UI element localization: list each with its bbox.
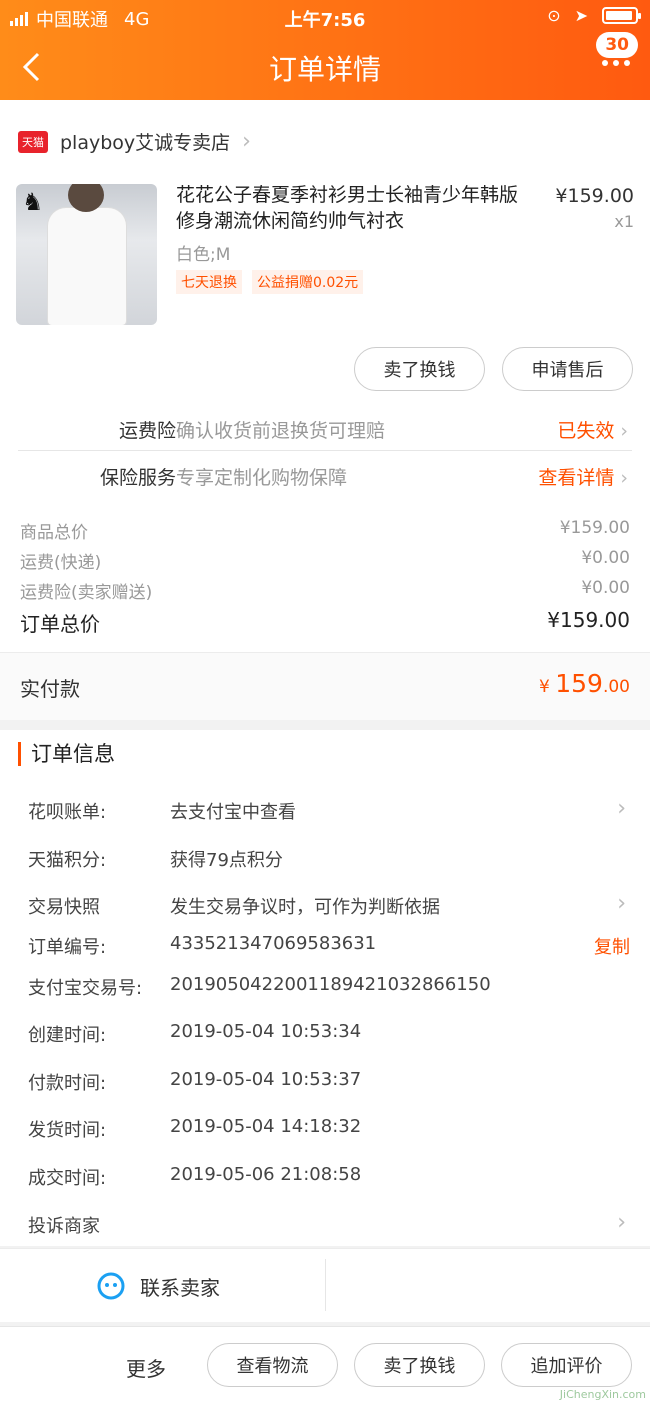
info-key: 交易快照 <box>28 897 100 918</box>
insurance-status: 已失效 › <box>557 420 628 442</box>
paid-row: 实付款 ¥ 159.00 <box>0 652 650 720</box>
product-sku: 白色;M <box>176 245 231 265</box>
page-title: 订单详情 <box>268 53 381 86</box>
add-review-button[interactable]: 追加评价 <box>501 1343 632 1387</box>
info-key: 发货时间: <box>28 1120 107 1141</box>
more-button[interactable]: 更多 <box>126 1353 166 1382</box>
location-icon: ➤ <box>574 6 588 25</box>
playboy-logo-icon: ♞ <box>22 188 44 216</box>
info-value: 2019050422001189421032866150 <box>170 974 491 995</box>
shipping-insurance-row[interactable]: 运费险 确认收货前退换货可理赔 已失效 › <box>18 404 632 450</box>
watermark: JiChengXin.com <box>559 1388 646 1401</box>
info-key: 投诉商家 <box>28 1216 100 1237</box>
bottom-action-bar: 更多 查看物流 卖了换钱 追加评价 JiChengXin.com <box>0 1326 650 1403</box>
summary-value: ¥0.00 <box>581 548 630 568</box>
contact-seller-label: 联系卖家 <box>140 1275 220 1300</box>
contact-seller-button[interactable]: 联系卖家 <box>96 1271 220 1301</box>
order-total-row: 订单总价 ¥159.00 <box>20 608 630 637</box>
summary-value: ¥159.00 <box>559 518 630 538</box>
store-link[interactable]: 天猫 playboy艾诚专卖店 › <box>18 128 251 155</box>
product-quantity: x1 <box>614 212 634 231</box>
insurance-details-link[interactable]: 查看详情 › <box>538 463 628 490</box>
tmall-badge: 天猫 <box>18 130 48 153</box>
view-logistics-button[interactable]: 查看物流 <box>207 1343 338 1387</box>
info-value: 2019-05-04 10:53:34 <box>170 1021 362 1042</box>
tag-charity: 公益捐赠0.02元 <box>252 270 364 294</box>
sell-button[interactable]: 卖了换钱 <box>354 347 485 391</box>
rotation-lock-icon: ⊙ <box>547 6 561 25</box>
info-value: 去支付宝中查看 <box>170 802 296 823</box>
chevron-right-icon: › <box>242 129 251 154</box>
battery-icon <box>602 7 641 24</box>
more-menu-icon[interactable] <box>602 60 630 66</box>
insurance-label: 运费险 <box>118 420 176 442</box>
info-value: 2019-05-04 14:18:32 <box>170 1116 362 1137</box>
insurance-desc: 确认收货前退换货可理赔 <box>176 420 386 442</box>
summary-row: 商品总价 ¥159.00 <box>20 518 630 543</box>
insurance-label: 保险服务 <box>99 467 176 489</box>
product-image[interactable]: ♞ <box>16 184 157 325</box>
summary-row: 运费险(卖家赠送) ¥0.00 <box>20 578 630 603</box>
order-total-label: 订单总价 <box>20 612 100 636</box>
info-value: 发生交易争议时，可作为判断依据 <box>170 897 440 918</box>
nav-bar: 订单详情 30 <box>0 32 650 100</box>
order-info-title: 订单信息 <box>18 742 115 766</box>
paid-label: 实付款 <box>20 677 80 701</box>
info-key: 天猫积分: <box>28 850 107 871</box>
chevron-right-icon: › <box>617 1210 626 1235</box>
status-bar: 中国联通 4G 上午7:56 ⊙ ➤ <box>0 0 650 34</box>
chevron-right-icon: › <box>617 796 626 821</box>
chat-icon <box>97 1272 125 1300</box>
info-key: 花呗账单: <box>28 802 107 823</box>
chevron-right-icon: › <box>617 891 626 916</box>
contact-bar: 联系卖家 <box>0 1248 650 1322</box>
divider <box>325 1259 326 1311</box>
info-key: 创建时间: <box>28 1025 107 1046</box>
paid-amount: ¥ 159.00 <box>539 669 630 698</box>
summary-label: 商品总价 <box>20 523 88 543</box>
product-price: ¥159.00 <box>555 185 634 207</box>
info-key: 支付宝交易号: <box>28 978 143 999</box>
header: 中国联通 4G 上午7:56 ⊙ ➤ 订单详情 30 <box>0 0 650 100</box>
info-value: 2019-05-06 21:08:58 <box>170 1164 362 1185</box>
summary-label: 运费险(卖家赠送) <box>20 583 153 603</box>
message-count-badge: 30 <box>596 32 638 58</box>
copy-button[interactable]: 复制 <box>594 933 630 959</box>
product-tags: 七天退换 公益捐赠0.02元 <box>176 270 364 294</box>
insurance-service-row[interactable]: 保险服务 专享定制化购物保障 查看详情 › <box>18 451 632 497</box>
after-sale-button[interactable]: 申请售后 <box>502 347 633 391</box>
summary-row: 运费(快递) ¥0.00 <box>20 548 630 573</box>
info-value: 获得79点积分 <box>170 850 283 871</box>
insurance-desc: 专享定制化购物保障 <box>176 467 348 489</box>
info-key: 付款时间: <box>28 1073 107 1094</box>
tag-return: 七天退换 <box>176 270 242 294</box>
store-name: playboy艾诚专卖店 <box>60 132 231 154</box>
info-key: 成交时间: <box>28 1168 107 1189</box>
order-total-value: ¥159.00 <box>547 608 630 632</box>
product-name[interactable]: 花花公子春夏季衬衫男士长袖青少年韩版修身潮流休闲简约帅气衬衣 <box>176 182 536 234</box>
sell-button[interactable]: 卖了换钱 <box>354 1343 485 1387</box>
summary-label: 运费(快递) <box>20 553 102 573</box>
info-value: 433521347069583631 <box>170 933 377 954</box>
info-key: 订单编号: <box>28 937 107 958</box>
summary-value: ¥0.00 <box>581 578 630 598</box>
info-value: 2019-05-04 10:53:37 <box>170 1069 362 1090</box>
